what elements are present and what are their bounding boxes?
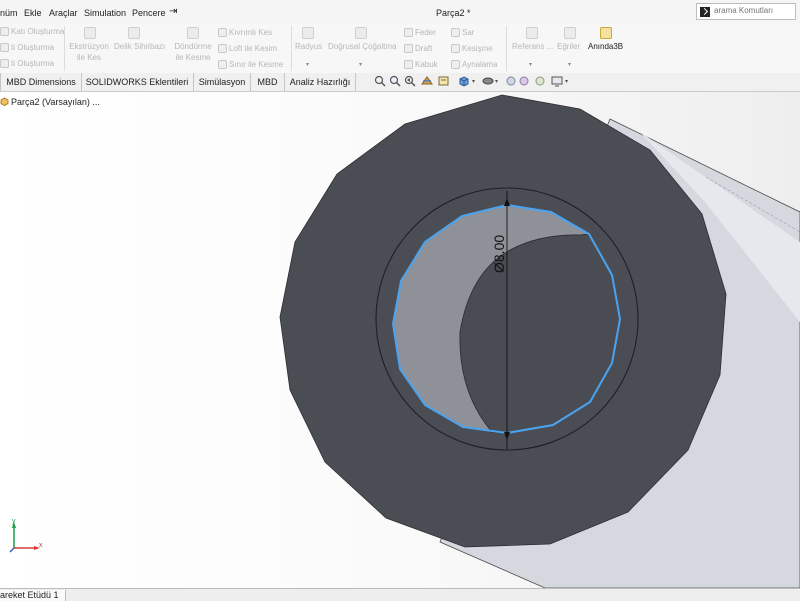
shell-button[interactable]: Kabuk bbox=[404, 59, 438, 70]
extrude-cut-button[interactable]: Ekstrüzyon ile Kes bbox=[68, 41, 110, 63]
boss-icon bbox=[0, 59, 9, 69]
intersect-button[interactable]: Kesişme bbox=[451, 43, 493, 54]
menu-window[interactable]: Pencere bbox=[132, 8, 166, 18]
command-search[interactable] bbox=[696, 3, 796, 20]
tab-mbd-dimensions[interactable]: MBD Dimensions bbox=[0, 73, 82, 91]
linear-pattern-icon bbox=[355, 27, 367, 39]
fillet-dropdown-icon[interactable]: ▾ bbox=[306, 61, 309, 68]
previous-view-icon[interactable] bbox=[404, 75, 416, 87]
shell-icon bbox=[404, 60, 413, 70]
zoom-fit-icon[interactable] bbox=[374, 75, 386, 87]
display-settings-icon[interactable] bbox=[551, 75, 563, 87]
tab-solidworks-addins[interactable]: SOLIDWORKS Eklentileri bbox=[81, 73, 194, 91]
fillet-button[interactable]: Radyus bbox=[295, 41, 322, 52]
zoom-area-icon[interactable] bbox=[389, 75, 401, 87]
tab-simulation[interactable]: Simülasyon bbox=[194, 73, 251, 91]
scene-icon[interactable] bbox=[534, 75, 546, 87]
lofted-cut-icon bbox=[218, 44, 227, 54]
lofted-cut-button[interactable]: Loft ile Kesim bbox=[218, 43, 277, 54]
display-settings-dropdown-icon[interactable]: ▾ bbox=[565, 78, 577, 90]
dimension-label[interactable]: Ø8.00 bbox=[491, 235, 507, 273]
instant3d-icon bbox=[600, 27, 612, 39]
tab-mbd[interactable]: MBD bbox=[251, 73, 285, 91]
wrap-button[interactable]: Sar bbox=[451, 27, 474, 38]
view-orientation-icon[interactable] bbox=[458, 75, 470, 87]
menu-bar: nüm Ekle Araçlar Simulation Pencere ⇥ Pa… bbox=[0, 0, 800, 25]
boss-icon bbox=[0, 27, 9, 37]
section-view-icon[interactable] bbox=[421, 75, 433, 87]
hole-wizard-icon bbox=[128, 27, 140, 39]
appearance-icon[interactable] bbox=[518, 75, 530, 87]
curves-button[interactable]: Eğriler bbox=[557, 41, 580, 52]
mirror-button[interactable]: Aynalama bbox=[451, 59, 497, 70]
model-view: Ø8.00 y x bbox=[9, 94, 800, 588]
menu-insert[interactable]: Ekle bbox=[24, 8, 42, 18]
wrap-icon bbox=[451, 28, 460, 38]
svg-text:y: y bbox=[12, 518, 16, 525]
hole-wizard-button[interactable]: Delik Sihirbazı bbox=[114, 41, 165, 52]
pin-icon[interactable]: ⇥ bbox=[169, 6, 177, 17]
linear-pattern-button[interactable]: Doğrusal Çoğaltma bbox=[328, 41, 396, 52]
rib-button[interactable]: Feder bbox=[404, 27, 436, 38]
intersect-icon bbox=[451, 44, 460, 54]
revolve-cut-button[interactable]: Döndürme ile Kesme bbox=[171, 41, 215, 63]
triad-icon: y x bbox=[9, 518, 43, 553]
reference-geometry-icon bbox=[526, 27, 538, 39]
ribbon-divider bbox=[64, 26, 65, 71]
command-tabs: MBD Dimensions SOLIDWORKS Eklentileri Si… bbox=[0, 73, 800, 92]
bottom-tab-bar: areket Etüdü 1 bbox=[0, 588, 800, 601]
fillet-icon bbox=[302, 27, 314, 39]
svg-text:x: x bbox=[39, 542, 43, 549]
ribbon-divider bbox=[291, 26, 292, 71]
search-icon[interactable] bbox=[700, 7, 710, 17]
menu-view[interactable]: nüm bbox=[0, 8, 18, 18]
tab-motion-study[interactable]: areket Etüdü 1 bbox=[0, 590, 66, 601]
swept-cut-icon bbox=[218, 28, 227, 38]
instant3d-button[interactable]: Anında3B bbox=[588, 41, 623, 52]
menu-simulation[interactable]: Simulation bbox=[84, 8, 126, 18]
boundary-cut-button[interactable]: Sınır ile Kesme bbox=[218, 59, 283, 70]
tab-analysis-prep[interactable]: Analiz Hazırlığı bbox=[285, 73, 356, 91]
menu-tools[interactable]: Araçlar bbox=[49, 8, 78, 18]
search-input[interactable] bbox=[714, 6, 794, 15]
draft-button[interactable]: Draft bbox=[404, 43, 432, 54]
graphics-area[interactable]: Parça2 (Varsayılan) ... Ø8.00 y x bbox=[0, 92, 800, 588]
boss-icon bbox=[0, 43, 9, 53]
display-style-icon[interactable] bbox=[482, 75, 494, 87]
hide-show-icon[interactable] bbox=[505, 75, 517, 87]
reference-geometry-button[interactable]: Referans ... bbox=[512, 41, 553, 52]
ribbon-create-2[interactable]: ti Oluşturma bbox=[0, 42, 54, 53]
swept-cut-button[interactable]: Kıvrımlı Kes bbox=[218, 27, 272, 38]
ribbon-create-3[interactable]: ti Oluşturma bbox=[0, 58, 54, 69]
reference-dropdown-icon[interactable]: ▾ bbox=[529, 61, 532, 68]
revolve-cut-icon bbox=[187, 27, 199, 39]
pattern-dropdown-icon[interactable]: ▾ bbox=[359, 61, 362, 68]
mirror-icon bbox=[451, 60, 460, 70]
curves-icon bbox=[564, 27, 576, 39]
ribbon-divider bbox=[506, 26, 507, 71]
extrude-cut-icon bbox=[84, 27, 96, 39]
rib-icon bbox=[404, 28, 413, 38]
dynamic-annotation-icon[interactable] bbox=[438, 75, 450, 87]
boundary-cut-icon bbox=[218, 60, 227, 70]
ribbon-solid-create[interactable]: Katı Oluşturma bbox=[0, 26, 64, 37]
document-title: Parça2 * bbox=[436, 8, 471, 18]
curves-dropdown-icon[interactable]: ▾ bbox=[568, 61, 571, 68]
command-manager: Katı Oluşturma ti Oluşturma ti Oluşturma… bbox=[0, 24, 800, 74]
draft-icon bbox=[404, 44, 413, 54]
